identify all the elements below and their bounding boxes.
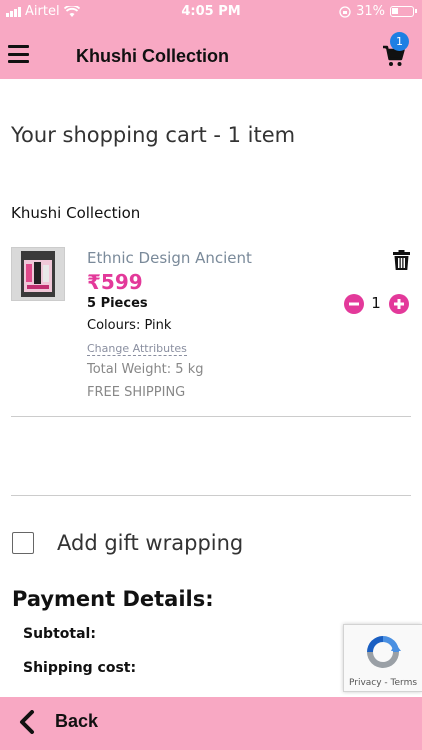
back-button[interactable]: Back [55,711,98,732]
status-bar: Airtel 4:05 PM 31% [0,2,422,22]
product-name[interactable]: Ethnic Design Ancient [87,249,252,267]
cart-count-badge: 1 [390,32,409,51]
lock-rotation-icon [339,5,351,18]
change-attributes-link[interactable]: Change Attributes [87,342,187,356]
back-arrow-icon[interactable] [18,710,38,734]
trash-icon[interactable] [393,250,410,270]
quantity-value: 1 [371,294,381,312]
product-thumbnail[interactable] [11,247,65,301]
product-image [12,248,64,300]
battery-icon [390,6,417,17]
product-colour: Colours: Pink [87,318,172,333]
cart-heading: Your shopping cart - 1 item [11,123,296,147]
section-divider [11,495,411,496]
seller-name: Khushi Collection [11,204,141,222]
recaptcha-icon [367,636,401,668]
status-right: 31% [339,4,417,19]
decrease-quantity-icon[interactable] [344,294,364,314]
battery-percent: 31% [356,4,385,19]
product-pieces: 5 Pieces [87,296,148,311]
recaptcha-links[interactable]: Privacy - Terms [344,678,422,688]
recaptcha-badge[interactable]: Privacy - Terms [343,624,422,692]
subtotal-label: Subtotal: [23,626,96,642]
shipping-info: FREE SHIPPING [87,385,186,400]
app-title: Khushi Collection [76,46,229,66]
total-weight: Total Weight: 5 kg [87,362,204,377]
increase-quantity-icon[interactable] [389,294,409,314]
shipping-cost-label: Shipping cost: [23,660,137,676]
menu-button[interactable] [8,45,29,63]
payment-details-heading: Payment Details: [12,587,214,611]
gift-wrapping-checkbox[interactable] [12,532,34,554]
product-price: ₹599 [87,270,143,294]
gift-wrapping-label[interactable]: Add gift wrapping [57,531,243,555]
item-divider [11,416,411,417]
